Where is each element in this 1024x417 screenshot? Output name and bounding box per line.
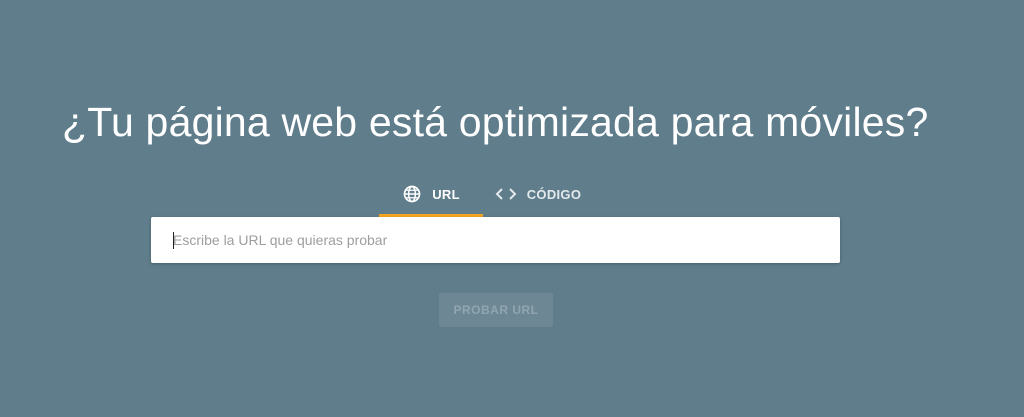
tab-code[interactable]: CÓDIGO: [483, 174, 593, 217]
code-brackets-icon: [495, 187, 517, 201]
text-cursor: [173, 232, 174, 249]
tab-url-label: URL: [432, 186, 460, 202]
url-input[interactable]: [151, 217, 840, 263]
tab-code-label: CÓDIGO: [526, 186, 582, 202]
input-mode-tabs: URL CÓDIGO: [379, 174, 593, 217]
url-input-card: [151, 217, 840, 263]
tab-url[interactable]: URL: [379, 174, 483, 217]
test-url-button[interactable]: PROBAR URL: [439, 293, 553, 327]
page-title: ¿Tu página web está optimizada para móvi…: [62, 99, 929, 145]
globe-icon: [402, 184, 422, 204]
